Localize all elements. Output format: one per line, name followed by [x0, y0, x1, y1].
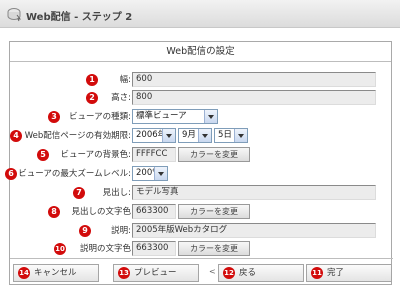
description-label: 説明: [111, 226, 131, 236]
step-badge: 9 [79, 225, 91, 237]
expiry-row: 4 Web配信ページの有効期限: 2006年 9月 5日 [10, 127, 393, 145]
viewer-type-row: 3 ビューアの種類: 標準ビューア [10, 108, 393, 126]
step-badge: 11 [311, 267, 323, 279]
bg-color-row: 5 ビューアの背景色: FFFFCC カラーを変更 [10, 146, 393, 164]
viewer-type-label: ビューアの種類: [68, 112, 131, 122]
cancel-button[interactable]: 14 キャンセル [13, 264, 99, 282]
description-field[interactable]: 2005年版Webカタログ [132, 223, 376, 238]
step-badge: 1 [86, 74, 98, 86]
heading-row: 7 見出し: モデル写真 [10, 184, 393, 202]
preview-label: プレビュー [134, 268, 177, 278]
footer-bar: 14 キャンセル 13 プレビュー < 12 戻る 11 完了 [10, 258, 393, 285]
expiry-month-select[interactable]: 9月 [178, 128, 212, 143]
step-badge: 6 [5, 168, 17, 180]
title-bar: Web配信 - ステップ 2 [0, 0, 400, 28]
expiry-day-select[interactable]: 5日 [214, 128, 248, 143]
chevron-down-icon[interactable] [198, 129, 211, 142]
expiry-day-value: 5日 [218, 130, 232, 140]
step-badge: 14 [18, 267, 30, 279]
height-field[interactable]: 800 [132, 90, 376, 105]
step-badge: 3 [48, 111, 60, 123]
expiry-year-select[interactable]: 2006年 [132, 128, 176, 143]
panel-title: Web配信の設定 [10, 42, 391, 62]
heading-color-row: 8 見出しの文字色 663300 カラーを変更 [10, 203, 393, 221]
viewer-type-select[interactable]: 標準ビューア [132, 109, 218, 124]
viewer-type-value: 標準ビューア [136, 111, 187, 121]
step-badge: 7 [73, 187, 85, 199]
expiry-label: Web配信ページの有効期限: [24, 131, 131, 141]
width-row: 1 幅: 600 [10, 71, 393, 89]
done-label: 完了 [327, 268, 345, 278]
back-button[interactable]: 12 戻る [218, 264, 304, 282]
width-label: 幅: [119, 75, 131, 85]
max-zoom-select[interactable]: 200% [132, 166, 168, 181]
bg-color-field[interactable]: FFFFCC [132, 147, 176, 162]
max-zoom-label: ビューアの最大ズームレベル: [18, 169, 131, 179]
web-publish-icon [7, 8, 21, 22]
expiry-month-value: 9月 [182, 130, 196, 140]
chevron-down-icon[interactable] [204, 110, 217, 123]
chevron-down-icon[interactable] [162, 129, 175, 142]
chevron-down-icon[interactable] [154, 167, 167, 180]
change-description-color-button[interactable]: カラーを変更 [178, 241, 250, 256]
heading-color-field[interactable]: 663300 [132, 204, 176, 219]
heading-label: 見出し: [102, 188, 131, 198]
step-badge: 8 [48, 206, 60, 218]
change-bg-color-button[interactable]: カラーを変更 [178, 147, 250, 162]
step-badge: 12 [223, 267, 235, 279]
cancel-label: キャンセル [34, 268, 77, 278]
step-badge: 10 [54, 243, 66, 255]
separator-mark: < [209, 267, 216, 276]
step-badge: 2 [86, 92, 98, 104]
heading-color-label: 見出しの文字色 [71, 207, 131, 217]
description-color-label: 説明の文字色 [79, 244, 131, 254]
preview-button[interactable]: 13 プレビュー [113, 264, 199, 282]
step-badge: 4 [10, 130, 22, 142]
step-badge: 13 [118, 267, 130, 279]
step-badge: 5 [37, 149, 49, 161]
height-row: 2 高さ: 800 [10, 89, 393, 107]
window-title: Web配信 - ステップ 2 [26, 12, 133, 23]
description-color-field[interactable]: 663300 [132, 241, 176, 256]
settings-panel: Web配信の設定 1 幅: 600 2 高さ: 800 3 ビューアの種類: 標… [5, 41, 393, 285]
done-button[interactable]: 11 完了 [306, 264, 392, 282]
description-row: 9 説明: 2005年版Webカタログ [10, 222, 393, 240]
bg-color-label: ビューアの背景色: [60, 150, 131, 160]
description-color-row: 10 説明の文字色 663300 カラーを変更 [10, 240, 393, 258]
back-label: 戻る [239, 268, 257, 278]
height-label: 高さ: [111, 93, 131, 103]
max-zoom-row: 6 ビューアの最大ズームレベル: 200% [5, 165, 393, 183]
chevron-down-icon[interactable] [234, 129, 247, 142]
width-field[interactable]: 600 [132, 72, 376, 87]
heading-field[interactable]: モデル写真 [132, 185, 376, 200]
change-heading-color-button[interactable]: カラーを変更 [178, 204, 250, 219]
